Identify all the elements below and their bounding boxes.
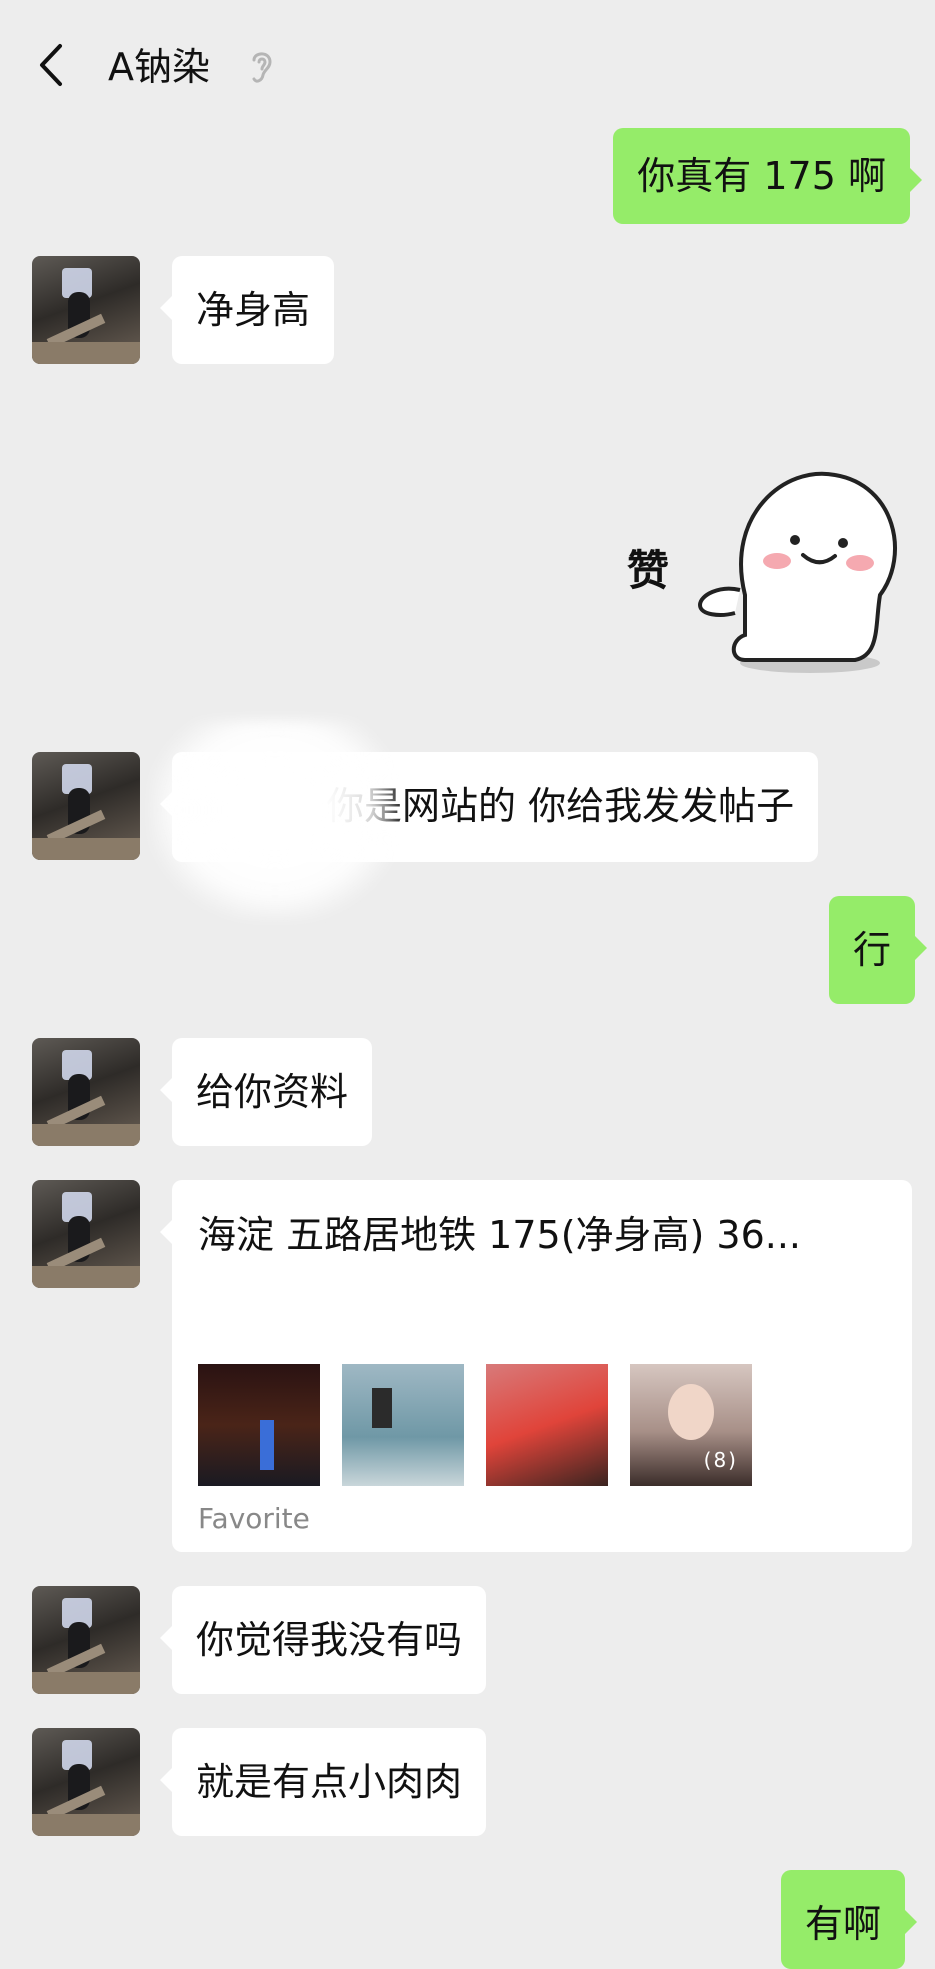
message-outgoing[interactable]: 有啊: [780, 1870, 918, 1969]
shared-link-card[interactable]: 海淀 五路居地铁 175(净身高) 36... (8) Favorite: [160, 1180, 912, 1552]
image-count: (8): [703, 1448, 738, 1472]
avatar[interactable]: [32, 1586, 140, 1694]
message-incoming[interactable]: 就是有点小肉肉: [159, 1728, 487, 1836]
link-card-source: Favorite: [198, 1502, 310, 1535]
message-incoming[interactable]: 你觉得我没有吗: [159, 1586, 487, 1694]
avatar[interactable]: [32, 1180, 140, 1288]
link-card-title: 海淀 五路居地铁 175(净身高) 36...: [198, 1213, 802, 1257]
redaction-blur: [150, 720, 400, 920]
message-incoming[interactable]: 净身高: [159, 256, 335, 364]
ear-icon: [252, 52, 272, 83]
message-incoming[interactable]: 给你资料: [159, 1038, 373, 1146]
back-chevron-icon[interactable]: [30, 40, 80, 90]
sticker-image[interactable]: 赞: [625, 455, 905, 685]
link-thumbnail: (8): [630, 1364, 752, 1486]
avatar[interactable]: [32, 256, 140, 364]
message-outgoing[interactable]: 行: [828, 896, 928, 1004]
link-thumbnail: [486, 1364, 608, 1486]
sticker-text: 赞: [627, 546, 669, 595]
chat-title[interactable]: A钠染: [108, 42, 210, 92]
link-thumbnail: [342, 1364, 464, 1486]
avatar[interactable]: [32, 1038, 140, 1146]
message-outgoing[interactable]: 你真有 175 啊: [613, 128, 922, 224]
avatar[interactable]: [32, 752, 140, 860]
avatar[interactable]: [32, 1728, 140, 1836]
link-thumbnail: [198, 1364, 320, 1486]
chat-header: A钠染: [0, 0, 935, 130]
